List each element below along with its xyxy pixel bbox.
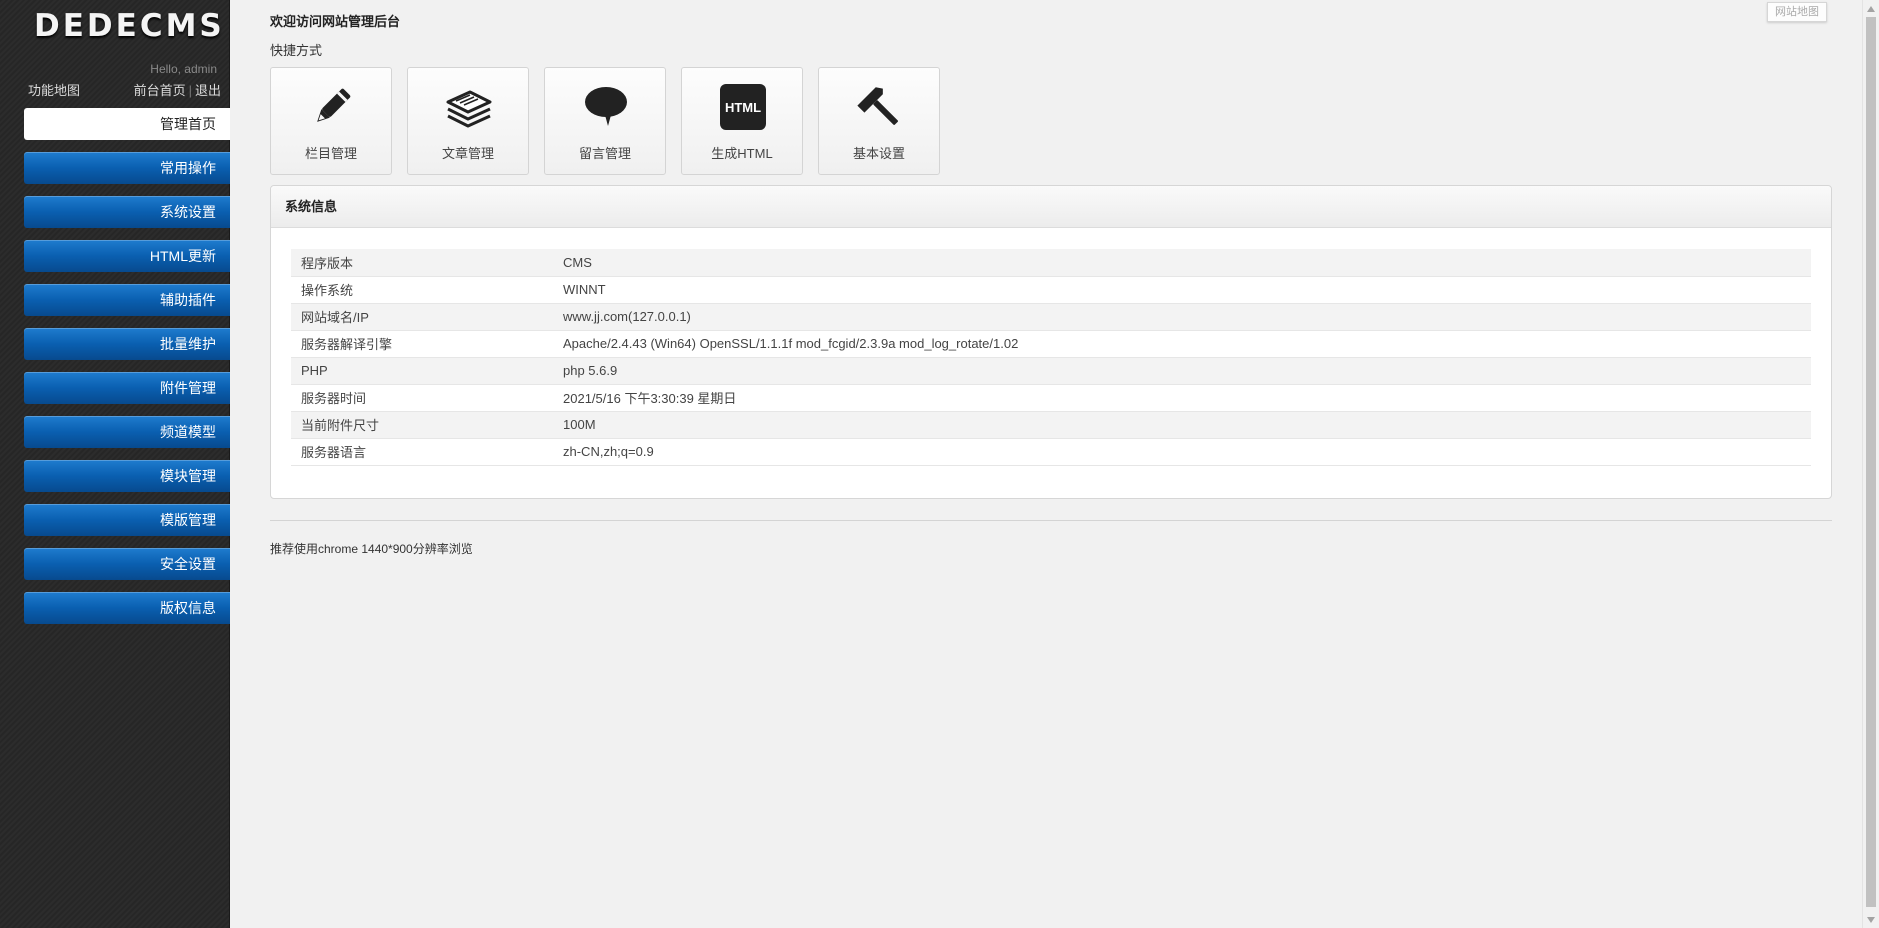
info-value: Apache/2.4.43 (Win64) OpenSSL/1.1.1f mod…	[563, 330, 1811, 358]
scroll-down-icon[interactable]	[1863, 911, 1879, 928]
frontend-home-link[interactable]: 前台首页	[134, 83, 186, 98]
logout-link[interactable]: 退出	[195, 83, 221, 98]
sidebar-item-attachments[interactable]: 附件管理	[24, 372, 230, 404]
shortcut-article-management[interactable]: 文章管理	[407, 67, 529, 175]
table-row: 服务器语言 zh-CN,zh;q=0.9	[291, 438, 1811, 466]
page-title: 欢迎访问网站管理后台	[270, 14, 401, 29]
papers-stack-icon	[444, 82, 494, 132]
site-map-tag[interactable]: 网站地图	[1767, 2, 1827, 22]
logo: DEDECMS	[34, 8, 225, 44]
info-value: 2021/5/16 下午3:30:39 星期日	[563, 384, 1811, 412]
info-value: zh-CN,zh;q=0.9	[563, 438, 1811, 466]
shortcut-generate-html[interactable]: HTML 生成HTML	[681, 67, 803, 175]
shortcut-label: 基本设置	[852, 146, 905, 161]
table-row: 服务器解译引擎 Apache/2.4.43 (Win64) OpenSSL/1.…	[291, 330, 1811, 358]
sidebar-item-batch-maintenance[interactable]: 批量维护	[24, 328, 230, 360]
sidebar-item-system-settings[interactable]: 系统设置	[24, 196, 230, 228]
sidebar-item-modules[interactable]: 模块管理	[24, 460, 230, 492]
table-row: PHP php 5.6.9	[291, 357, 1811, 385]
info-value: 100M	[563, 411, 1811, 439]
shortcut-label: 栏目管理	[304, 146, 357, 161]
scroll-up-icon[interactable]	[1863, 0, 1879, 17]
sidebar-item-admin-home[interactable]: 管理首页	[24, 108, 230, 140]
info-value: www.jj.com(127.0.0.1)	[563, 303, 1811, 331]
hammer-icon	[855, 82, 905, 132]
info-value: WINNT	[563, 276, 1811, 304]
sidebar-item-security[interactable]: 安全设置	[24, 548, 230, 580]
sidebar: DEDECMS Hello, admin 功能地图 前台首页 | 退出 管理首页 常…	[0, 0, 230, 928]
html-icon: HTML	[718, 82, 768, 132]
info-key: 当前附件尺寸	[291, 411, 563, 439]
scrollbar-thumb[interactable]	[1866, 17, 1876, 907]
html-icon-text: HTML	[720, 84, 766, 130]
system-info-table: 程序版本 CMS 操作系统 WINNT 网站域名/IP www.jj.com(1…	[291, 249, 1811, 466]
function-map-link[interactable]: 功能地图	[28, 80, 80, 99]
sidebar-item-templates[interactable]: 模版管理	[24, 504, 230, 536]
info-key: 服务器解译引擎	[291, 330, 563, 358]
system-info-panel: 系统信息 程序版本 CMS 操作系统 WINNT 网站域名/IP www.jj.…	[270, 185, 1832, 499]
sidebar-item-common-operations[interactable]: 常用操作	[24, 152, 230, 184]
footer-divider	[270, 520, 1832, 521]
pencil-icon	[307, 82, 357, 132]
sidebar-menu: 管理首页 常用操作 系统设置 HTML更新 辅助插件 批量维护 附件管理 频道模…	[24, 108, 230, 636]
info-key: 网站域名/IP	[291, 303, 563, 331]
user-links: 前台首页 | 退出	[134, 80, 221, 99]
info-key: 程序版本	[291, 249, 563, 277]
table-row: 网站域名/IP www.jj.com(127.0.0.1)	[291, 303, 1811, 331]
footer-note: 推荐使用chrome 1440*900分辨率浏览	[270, 542, 473, 556]
table-row: 服务器时间 2021/5/16 下午3:30:39 星期日	[291, 384, 1811, 412]
shortcut-basic-settings[interactable]: 基本设置	[818, 67, 940, 175]
speech-bubble-icon	[581, 82, 631, 132]
info-key: 服务器语言	[291, 438, 563, 466]
sidebar-item-copyright[interactable]: 版权信息	[24, 592, 230, 624]
sidebar-item-plugins[interactable]: 辅助插件	[24, 284, 230, 316]
link-separator: |	[188, 83, 192, 98]
info-key: 操作系统	[291, 276, 563, 304]
info-key: 服务器时间	[291, 384, 563, 412]
shortcut-column-management[interactable]: 栏目管理	[270, 67, 392, 175]
shortcut-section-title: 快捷方式	[270, 43, 323, 58]
panel-title: 系统信息	[271, 186, 1831, 228]
info-value: php 5.6.9	[563, 357, 1811, 385]
shortcut-list: 栏目管理 文章管理 留言管理 HTML 生成HTML 基本设置	[270, 67, 955, 175]
sidebar-item-channel-models[interactable]: 频道模型	[24, 416, 230, 448]
table-row: 操作系统 WINNT	[291, 276, 1811, 304]
shortcut-label: 生成HTML	[711, 146, 773, 161]
info-value: CMS	[563, 249, 1811, 277]
table-row: 当前附件尺寸 100M	[291, 411, 1811, 439]
shortcut-message-management[interactable]: 留言管理	[544, 67, 666, 175]
shortcut-label: 文章管理	[441, 146, 494, 161]
info-key: PHP	[291, 357, 563, 385]
shortcut-label: 留言管理	[578, 146, 631, 161]
vertical-scrollbar[interactable]	[1862, 0, 1879, 928]
greeting-text: Hello, admin	[150, 62, 217, 76]
table-row: 程序版本 CMS	[291, 249, 1811, 277]
sidebar-item-html-update[interactable]: HTML更新	[24, 240, 230, 272]
